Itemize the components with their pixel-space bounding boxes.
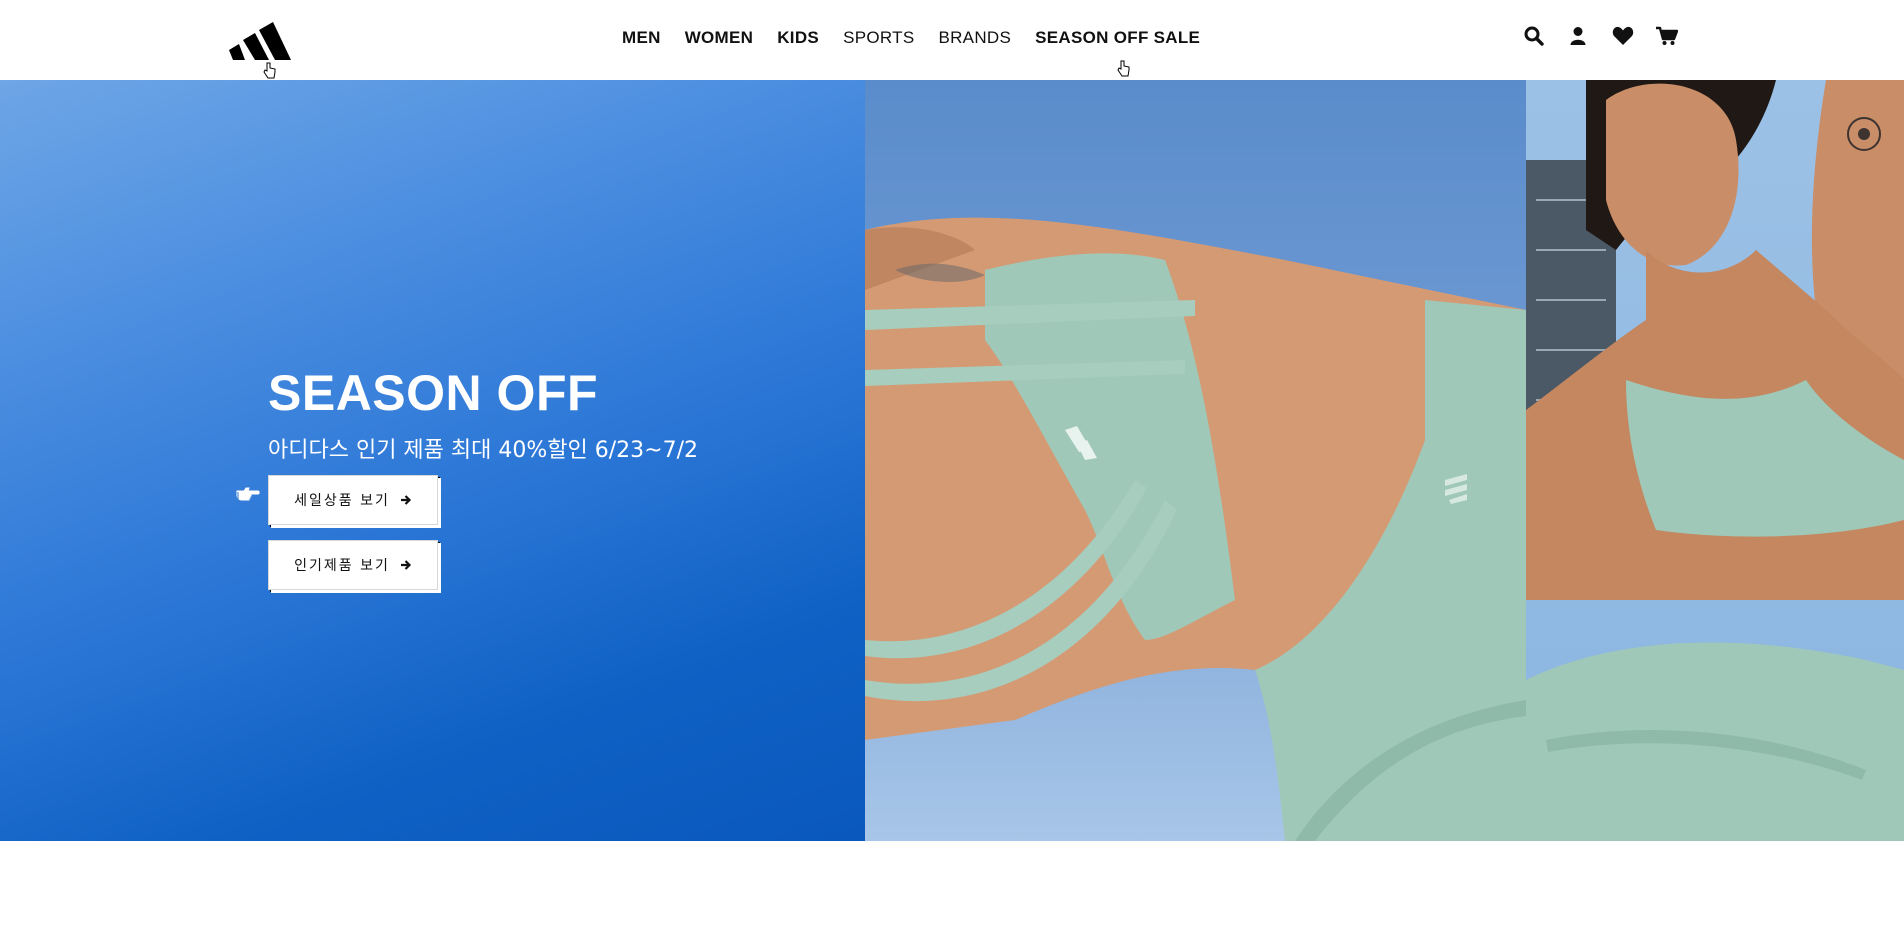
hero-banner[interactable]: SEASON OFF 아디다스 인기 제품 최대 40%할인 6/23~7/2 … — [0, 80, 1904, 841]
nav-item-brands[interactable]: BRANDS — [926, 28, 1023, 48]
site-header: MEN WOMEN KIDS SPORTS BRANDS SEASON OFF … — [0, 0, 1904, 80]
hand-cursor-icon — [262, 62, 276, 80]
sale-products-label: 세일상품 보기 — [294, 493, 390, 509]
hand-cursor-icon — [1116, 60, 1130, 78]
hero-subtitle: 아디다스 인기 제품 최대 40%할인 6/23~7/2 — [268, 438, 698, 463]
nav-item-women[interactable]: WOMEN — [673, 28, 766, 48]
page-body — [0, 841, 1904, 934]
hero-model-image[interactable] — [1526, 80, 1904, 841]
nav-item-season-off-sale[interactable]: SEASON OFF SALE — [1023, 28, 1212, 48]
page: MEN WOMEN KIDS SPORTS BRANDS SEASON OFF … — [0, 0, 1904, 934]
arrow-right-icon — [400, 494, 412, 506]
popular-products-label: 인기제품 보기 — [294, 558, 390, 574]
hero-product-image[interactable] — [865, 80, 1526, 841]
sale-products-button[interactable]: 세일상품 보기 — [268, 475, 438, 525]
arrow-right-icon — [400, 559, 412, 571]
main-nav: MEN WOMEN KIDS SPORTS BRANDS SEASON OFF … — [610, 24, 1212, 52]
heart-icon[interactable] — [1612, 26, 1634, 46]
hero-title: SEASON OFF — [268, 365, 599, 421]
popular-products-button[interactable]: 인기제품 보기 — [268, 540, 438, 590]
search-icon[interactable] — [1524, 26, 1544, 46]
cart-icon[interactable] — [1656, 26, 1678, 46]
nav-item-sports[interactable]: SPORTS — [831, 28, 926, 48]
pointing-hand-icon — [236, 486, 260, 502]
user-icon[interactable] — [1568, 26, 1588, 46]
adidas-logo-icon[interactable] — [229, 22, 291, 60]
nav-item-men[interactable]: MEN — [610, 28, 673, 48]
nav-item-kids[interactable]: KIDS — [765, 28, 831, 48]
header-icons — [1524, 26, 1678, 46]
